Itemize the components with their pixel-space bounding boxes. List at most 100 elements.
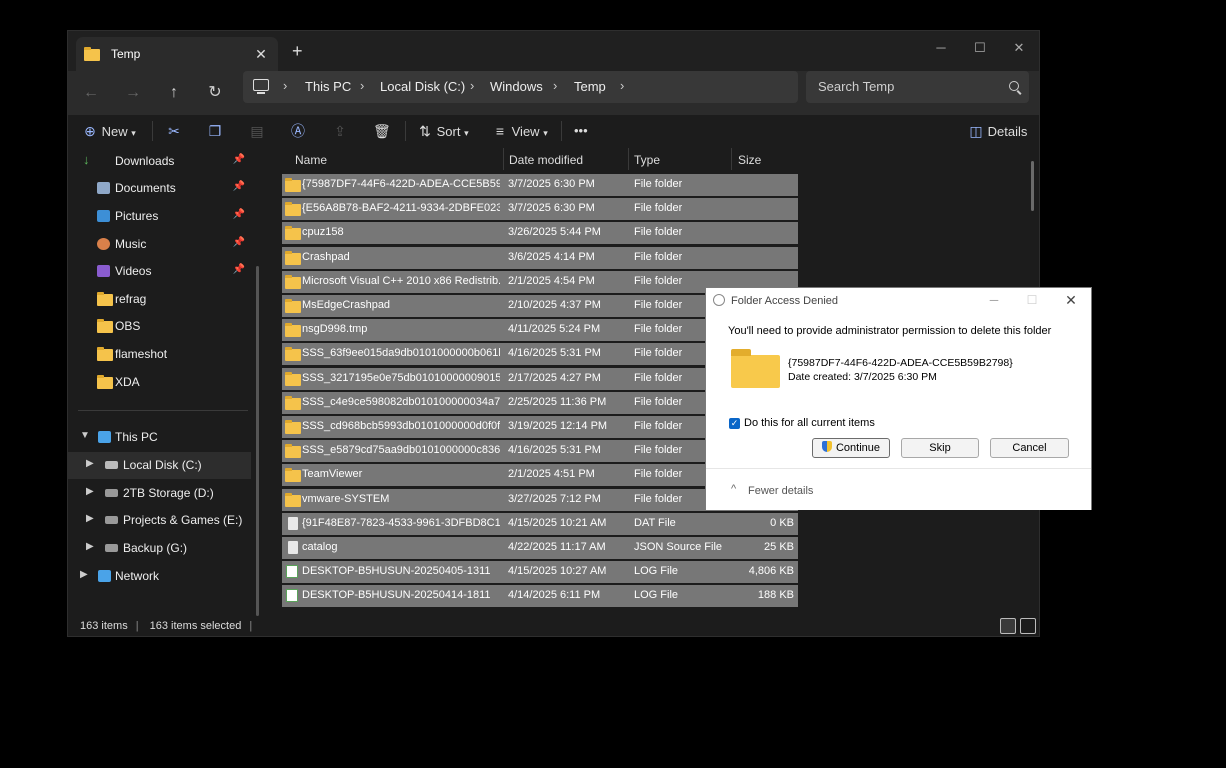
sort-icon: ⇅ [419,123,431,139]
log-file-icon [286,565,298,579]
column-header-type[interactable]: Type [634,153,660,167]
file-name: SSS_cd968bcb5993db0101000000d0f0f429 [302,420,500,432]
column-divider[interactable] [503,148,504,170]
sidebar-item-pictures[interactable]: Pictures 📌 [68,203,251,230]
chevron-right-icon[interactable]: ▶ [86,458,94,469]
paste-button[interactable]: ▤ [249,115,265,147]
column-header-name[interactable]: Name [295,153,327,167]
large-icons-view-icon[interactable] [1020,618,1036,634]
new-tab-button[interactable]: + [292,42,303,60]
sidebar-item-drive-e[interactable]: ▶ Projects & Games (E:) [68,507,251,534]
details-view-icon[interactable] [1000,618,1016,634]
sidebar-item-label: 2TB Storage (D:) [123,486,214,500]
sidebar-item-this-pc[interactable]: ▼ This PC [68,424,251,451]
pin-icon: 📌 [232,181,245,192]
chevron-up-icon[interactable]: ^ [731,483,736,495]
tab-temp[interactable]: Temp ✕ [76,37,278,71]
divider [405,121,406,141]
chevron-right-icon[interactable]: ▶ [86,513,94,524]
copy-button[interactable]: ❐ [207,115,223,147]
details-button[interactable]: ◫ Details [968,115,1027,147]
column-divider[interactable] [731,148,732,170]
sidebar-item-music[interactable]: Music 📌 [68,231,251,258]
continue-button[interactable]: Continue [812,438,890,458]
dialog-minimize-button[interactable]: ─ [981,290,1007,310]
sidebar-item-documents[interactable]: Documents 📌 [68,175,251,202]
column-divider[interactable] [628,148,629,170]
cancel-button[interactable]: Cancel [990,438,1069,458]
chevron-right-icon[interactable]: ▶ [80,569,88,580]
table-row[interactable]: catalog 4/22/2025 11:17 AM JSON Source Fil… [282,537,798,559]
table-row[interactable]: DESKTOP-B5HUSUN-20250405-1311 4/15/2025 1… [282,561,798,584]
sort-button[interactable]: ⇅ Sort ▾ [417,115,469,147]
column-header-date[interactable]: Date modified [509,153,583,167]
file-list-scrollbar[interactable] [1031,161,1034,211]
sidebar-item-flameshot[interactable]: flameshot [68,341,251,368]
table-row[interactable]: {91F48E87-7823-4533-9961-3DFBD8C1488... 4… [282,512,798,535]
sidebar-item-downloads[interactable]: ↓ Downloads 📌 [68,148,251,175]
breadcrumb-separator[interactable]: › [470,78,474,93]
sidebar-item-drive-g[interactable]: ▶ Backup (G:) [68,535,251,562]
breadcrumb-separator[interactable]: › [620,78,624,93]
cut-icon: ✂ [168,123,180,139]
chevron-down-icon[interactable]: ▼ [80,430,90,441]
breadcrumb[interactable]: › This PC › Local Disk (C:) › Windows › … [243,71,798,103]
forward-button[interactable]: → [121,81,145,105]
view-icon: ≡ [495,123,505,139]
table-row[interactable]: {E56A8B78-BAF2-4211-9334-2DBFE0230D... 3/… [282,198,798,221]
sidebar-item-obs[interactable]: OBS [68,313,251,340]
breadcrumb-separator[interactable]: › [360,78,364,93]
file-type: File folder [634,178,683,190]
maximize-button[interactable]: ☐ [960,35,1000,61]
drive-icon [105,544,118,552]
folder-icon [285,250,301,265]
table-row[interactable]: Crashpad 3/6/2025 4:14 PM File folder [282,246,798,269]
command-bar: ⊕ New ▾ ✂ ❐ ▤ Ⓐ ⇪ 🗑 ⇅ Sort ▾ ≡ View ▾ ••… [68,115,1039,147]
up-button[interactable]: ↑ [162,81,186,105]
sidebar-item-drive-d[interactable]: ▶ 2TB Storage (D:) [68,480,251,507]
fewer-details-link[interactable]: Fewer details [748,485,813,497]
continue-label: Continue [835,442,881,454]
sidebar-item-videos[interactable]: Videos 📌 [68,258,251,285]
new-button[interactable]: ⊕ New ▾ [82,115,136,147]
breadcrumb-separator[interactable]: › [283,78,287,93]
column-header-size[interactable]: Size [738,153,761,167]
sidebar-item-label: Network [115,569,160,583]
file-name: nsgD998.tmp [302,323,368,336]
table-row[interactable]: DESKTOP-B5HUSUN-20250414-1811 4/14/2025 6… [282,585,798,608]
rename-button[interactable]: Ⓐ [290,115,306,147]
chevron-right-icon[interactable]: ▶ [86,541,94,552]
delete-button[interactable]: 🗑 [373,115,391,147]
sidebar-item-refrag[interactable]: refrag [68,286,251,313]
search-box[interactable]: Search Temp [806,71,1029,103]
sidebar-item-local-disk[interactable]: ▶ Local Disk (C:) [68,452,251,479]
sidebar-scrollbar[interactable] [256,266,259,616]
sidebar-item-xda[interactable]: XDA [68,369,251,396]
breadcrumb-temp[interactable]: Temp [574,79,606,94]
dialog-maximize-button[interactable]: ☐ [1019,290,1045,310]
sidebar-item-network[interactable]: ▶ Network [68,563,251,590]
table-row[interactable]: {75987DF7-44F6-422D-ADEA-CCE5B59B2... 3/7… [282,174,798,196]
dialog-close-button[interactable]: ✕ [1058,290,1084,310]
table-row[interactable]: cpuz158 3/26/2025 5:44 PM File folder [282,222,798,245]
close-tab-icon[interactable]: ✕ [250,43,272,65]
view-button[interactable]: ≡ View ▾ [492,115,548,147]
chevron-right-icon[interactable]: ▶ [86,486,94,497]
skip-button[interactable]: Skip [901,438,979,458]
breadcrumb-local-disk[interactable]: Local Disk (C:) [380,79,465,94]
close-button[interactable]: ✕ [999,35,1039,61]
minimize-button[interactable]: ─ [921,35,961,61]
uac-shield-icon [821,441,832,452]
apply-all-checkbox[interactable]: ✓ [729,418,740,429]
more-options-button[interactable]: ••• [574,115,588,147]
search-input[interactable]: Search Temp [818,79,894,94]
refresh-button[interactable]: ↻ [203,81,227,105]
chevron-down-icon: ▾ [543,128,548,138]
breadcrumb-windows[interactable]: Windows [490,79,543,94]
cut-button[interactable]: ✂ [166,115,182,147]
back-button[interactable]: ← [79,81,103,105]
share-button[interactable]: ⇪ [332,115,348,147]
sidebar-item-label: OBS [115,319,141,333]
breadcrumb-separator[interactable]: › [553,78,557,93]
breadcrumb-this-pc[interactable]: This PC [305,79,351,94]
